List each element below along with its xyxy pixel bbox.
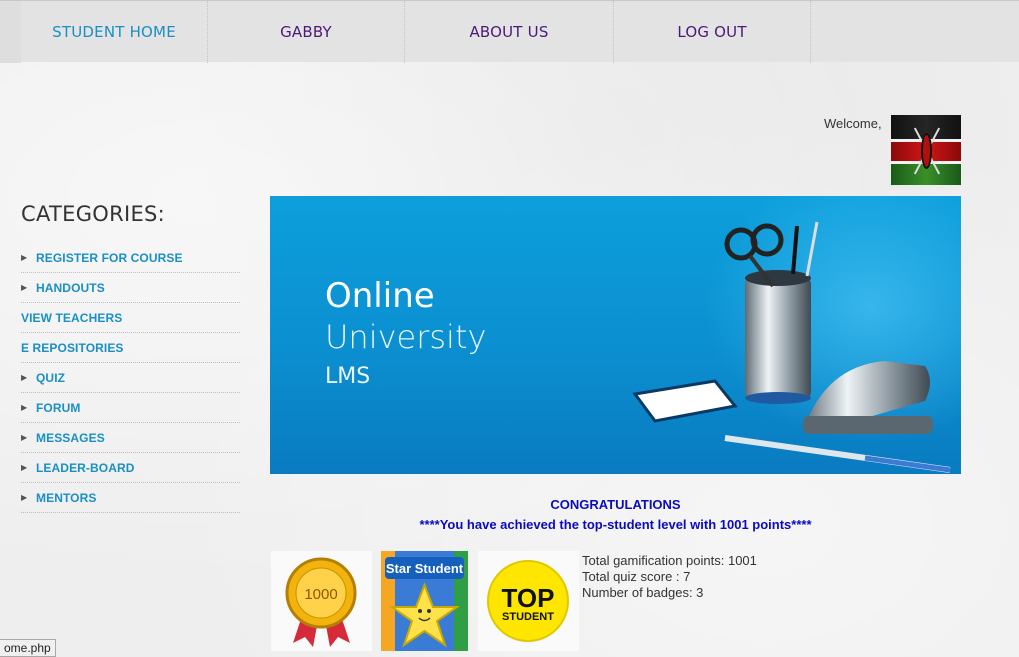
sidebar-item-e-repositories[interactable]: E REPOSITORIES	[21, 333, 240, 363]
categories-sidebar: ▶ REGISTER FOR COURSE ▶ HANDOUTS VIEW TE…	[21, 243, 240, 513]
banner-title-university: University	[325, 318, 487, 356]
sidebar-item-label: REGISTER FOR COURSE	[36, 250, 183, 265]
banner-title-online: Online	[325, 276, 435, 316]
banner-title-lms: LMS	[325, 364, 371, 389]
quiz-score-text: Total quiz score : 7	[582, 569, 691, 584]
sidebar-item-label: LEADER-BOARD	[36, 460, 135, 475]
caret-right-icon: ▶	[21, 403, 28, 412]
nav-gabby[interactable]: GABBY	[208, 1, 405, 63]
star-student-label: Star Student	[386, 561, 464, 576]
nav-student-home[interactable]: STUDENT HOME	[21, 1, 208, 63]
welcome-text: Welcome,	[824, 116, 882, 131]
medal-label: 1000	[304, 586, 337, 603]
categories-heading: CATEGORIES:	[21, 202, 166, 226]
sidebar-item-leader-board[interactable]: ▶ LEADER-BOARD	[21, 453, 240, 483]
sidebar-item-messages[interactable]: ▶ MESSAGES	[21, 423, 240, 453]
sidebar-item-mentors[interactable]: ▶ MENTORS	[21, 483, 240, 513]
sidebar-item-quiz[interactable]: ▶ QUIZ	[21, 363, 240, 393]
kenya-flag-avatar-icon	[891, 115, 961, 185]
nav-about-us[interactable]: ABOUT US	[405, 1, 614, 63]
top-label: TOP	[502, 583, 555, 613]
sidebar-item-label: HANDOUTS	[36, 280, 105, 295]
badge-count-text: Number of badges: 3	[582, 585, 704, 600]
top-student-icon: TOP STUDENT	[487, 560, 569, 642]
caret-right-icon: ▶	[21, 253, 28, 262]
medal-1000-icon: 1000	[285, 557, 357, 647]
star-student-icon: Star Student	[381, 551, 468, 651]
sidebar-item-register-for-course[interactable]: ▶ REGISTER FOR COURSE	[21, 243, 240, 273]
caret-right-icon: ▶	[21, 463, 28, 472]
caret-right-icon: ▶	[21, 373, 28, 382]
nav-log-out[interactable]: LOG OUT	[614, 1, 811, 63]
navbar-left-spacer	[0, 1, 21, 63]
achievement-message: ****You have achieved the top-student le…	[419, 517, 812, 532]
congratulations-heading: CONGRATULATIONS	[550, 497, 681, 512]
sidebar-item-label: FORUM	[36, 400, 81, 415]
browser-status-url: ome.php	[0, 639, 56, 657]
caret-right-icon: ▶	[21, 433, 28, 442]
hero-banner: Online University LMS	[270, 196, 961, 474]
sidebar-item-label: MESSAGES	[36, 430, 105, 445]
top-navbar: STUDENT HOME GABBY ABOUT US LOG OUT	[0, 0, 1019, 63]
badge-1000-points: 1000	[271, 551, 372, 651]
caret-right-icon: ▶	[21, 283, 28, 292]
sidebar-item-label: E REPOSITORIES	[21, 340, 124, 355]
office-supplies-illustration-icon	[632, 221, 951, 473]
student-label: STUDENT	[502, 611, 554, 623]
badge-top-student: TOP STUDENT	[478, 551, 579, 651]
caret-right-icon: ▶	[21, 493, 28, 502]
sidebar-item-view-teachers[interactable]: VIEW TEACHERS	[21, 303, 240, 333]
sidebar-item-label: QUIZ	[36, 370, 66, 385]
sidebar-item-forum[interactable]: ▶ FORUM	[21, 393, 240, 423]
sidebar-item-label: VIEW TEACHERS	[21, 310, 123, 325]
gamification-stats: Total gamification points: 1001 Total qu…	[582, 553, 757, 601]
sidebar-item-handouts[interactable]: ▶ HANDOUTS	[21, 273, 240, 303]
total-points-text: Total gamification points: 1001	[582, 553, 757, 568]
sidebar-item-label: MENTORS	[36, 490, 97, 505]
badge-star-student: Star Student	[381, 551, 468, 651]
